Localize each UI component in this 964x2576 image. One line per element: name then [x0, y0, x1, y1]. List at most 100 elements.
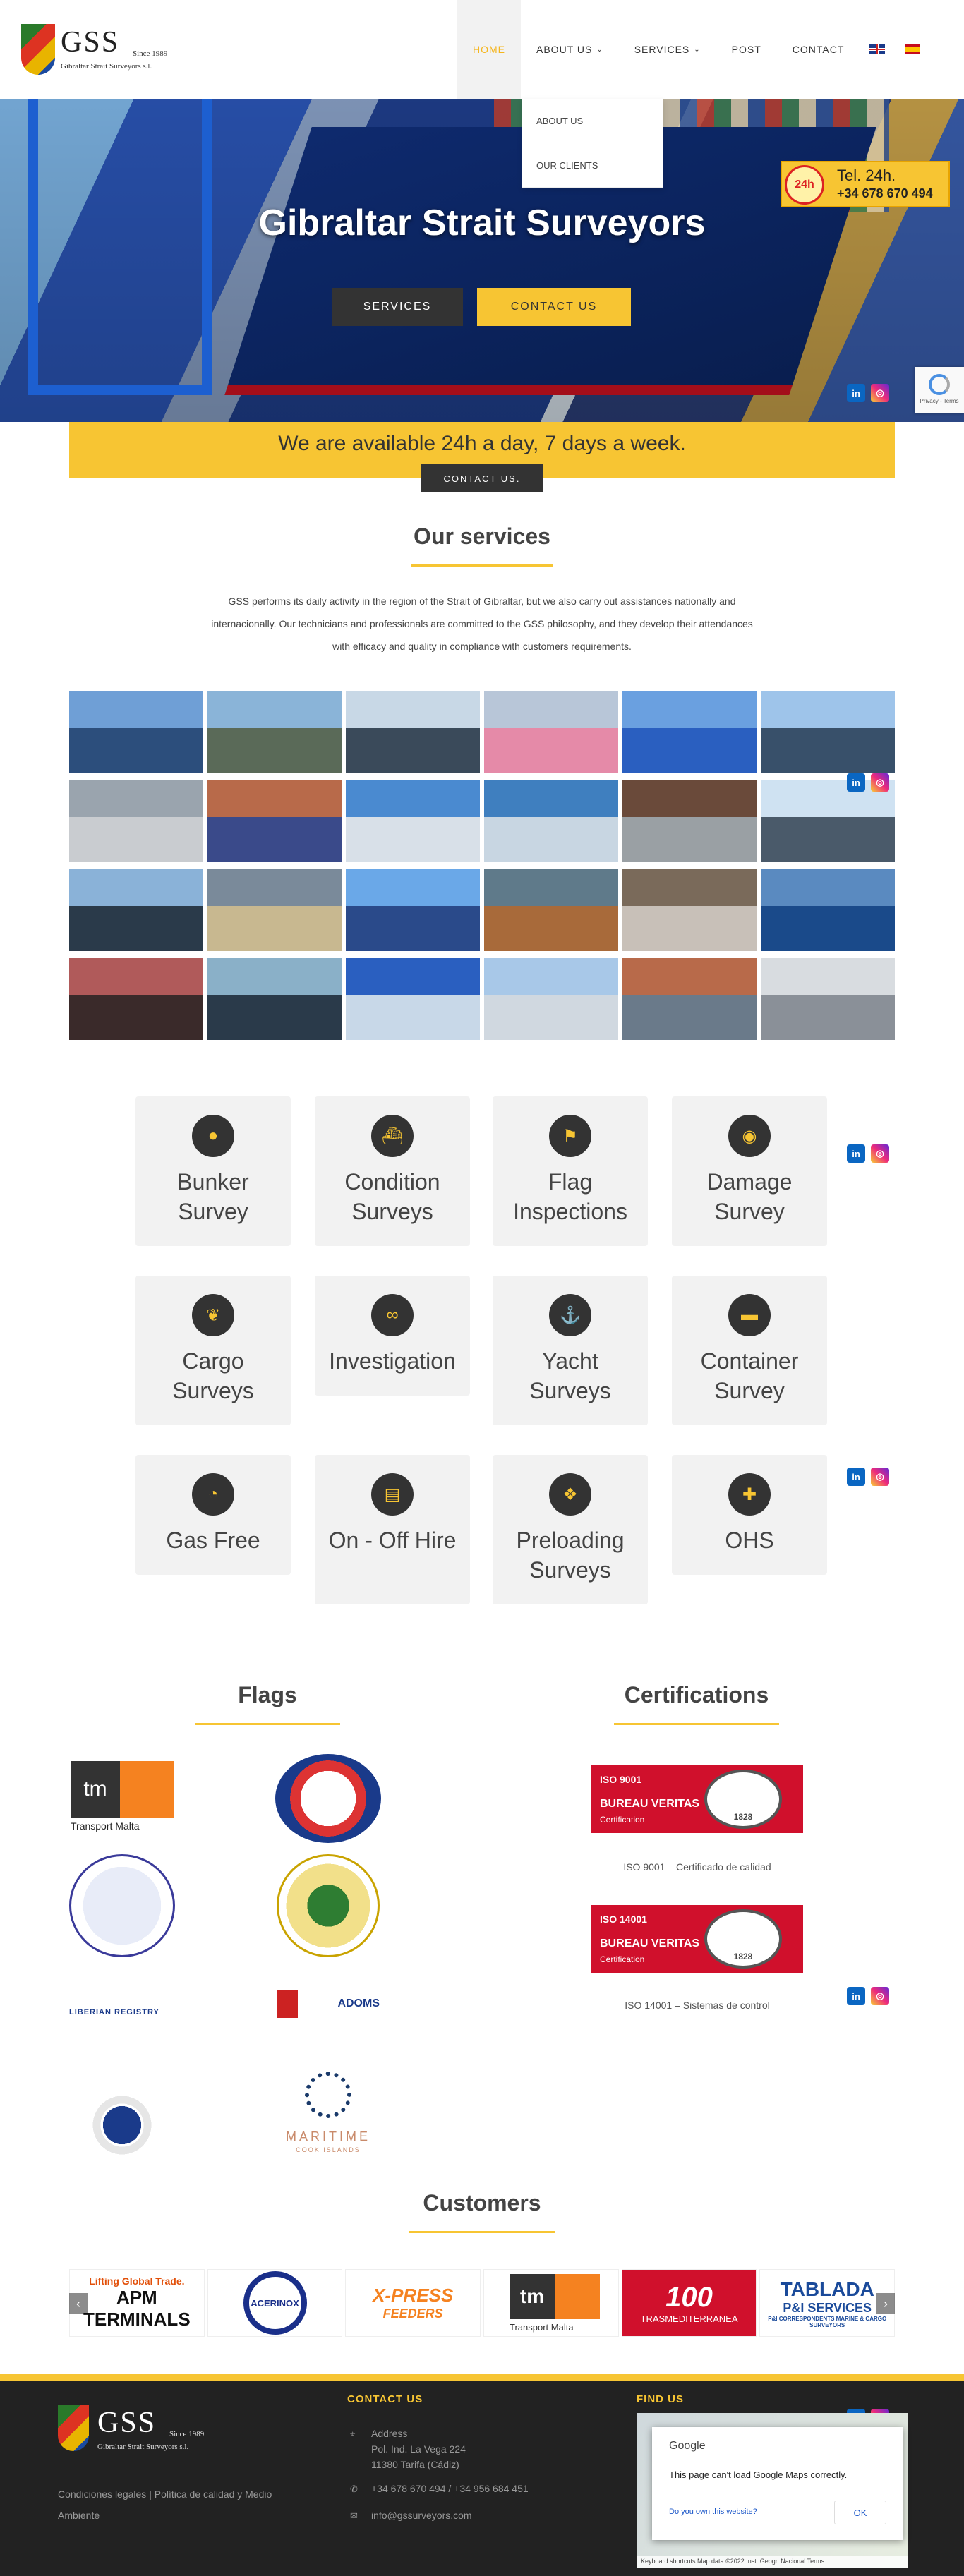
- customer-xpress-feeders[interactable]: X-PRESS FEEDERS: [345, 2269, 481, 2337]
- gallery-photo[interactable]: [207, 869, 342, 951]
- nav-home[interactable]: HOME: [457, 0, 521, 99]
- gallery-photo[interactable]: [622, 691, 757, 773]
- gallery-photo[interactable]: [761, 780, 895, 862]
- service-card-label: Bunker Survey: [177, 1169, 249, 1224]
- gallery-photo[interactable]: [484, 780, 618, 862]
- instagram-icon[interactable]: ◎: [871, 1468, 889, 1486]
- customer-trasmediterranea[interactable]: 100 TRASMEDITERRANEA: [621, 2269, 757, 2337]
- nav-post[interactable]: POST: [716, 0, 777, 99]
- nav-contact[interactable]: CONTACT: [777, 0, 860, 99]
- gallery-photo[interactable]: [207, 780, 342, 862]
- gallery-photo[interactable]: [622, 958, 757, 1040]
- flags-title: Flags: [238, 1682, 297, 1707]
- service-card-gas-free[interactable]: ◔ Gas Free: [135, 1455, 291, 1575]
- phone-label: Tel. 24h.: [837, 167, 896, 184]
- footer-phone[interactable]: +34 678 670 494 / +34 956 684 451: [371, 2478, 529, 2499]
- nav-services[interactable]: SERVICES ⌄: [619, 0, 716, 99]
- lang-english[interactable]: [860, 0, 895, 99]
- gallery-photo[interactable]: [207, 958, 342, 1040]
- gallery-photo[interactable]: [622, 780, 757, 862]
- gallery-photo[interactable]: [69, 958, 203, 1040]
- service-card-ohs[interactable]: ✚ OHS: [672, 1455, 827, 1575]
- map-own-link[interactable]: Do you own this website?: [669, 2508, 757, 2516]
- logo-since: Since 1989: [133, 49, 168, 58]
- site-logo[interactable]: GSS Since 1989 Gibraltar Strait Surveyor…: [21, 21, 183, 78]
- customer-apm-terminals[interactable]: Lifting Global Trade. APM TERMINALS: [69, 2269, 205, 2337]
- eye-icon: ◉: [728, 1115, 771, 1157]
- lang-spanish[interactable]: [895, 0, 930, 99]
- gallery-photo[interactable]: [484, 958, 618, 1040]
- tm-orange-block: [120, 1761, 174, 1818]
- legal-link[interactable]: Condiciones legales: [58, 2489, 146, 2500]
- clipboard-icon: ▤: [371, 1473, 414, 1516]
- instagram-icon[interactable]: ◎: [871, 384, 889, 402]
- service-card-label: Investigation: [329, 1348, 456, 1374]
- hero-services-button[interactable]: SERVICES: [332, 288, 463, 326]
- apm-line3: TERMINALS: [83, 2309, 191, 2330]
- gallery-photo[interactable]: [484, 691, 618, 773]
- footer-email[interactable]: info@gssurveyors.com: [371, 2505, 472, 2526]
- carousel-next-button[interactable]: ›: [876, 2293, 895, 2314]
- phone-badge[interactable]: 24h Tel. 24h. +34 678 670 494: [781, 161, 950, 207]
- service-card-bunker-survey[interactable]: ● Bunker Survey: [135, 1096, 291, 1246]
- gallery-photo[interactable]: [761, 691, 895, 773]
- hero-contact-button[interactable]: CONTACT US: [477, 288, 631, 326]
- instagram-icon[interactable]: ◎: [871, 773, 889, 792]
- ship-icon: ⛴: [371, 1115, 414, 1157]
- gallery-photo[interactable]: [346, 869, 480, 951]
- linkedin-icon[interactable]: in: [847, 1987, 865, 2005]
- about-us-dropdown: ABOUT US OUR CLIENTS: [522, 99, 663, 188]
- gallery-photo[interactable]: [207, 691, 342, 773]
- cook-islands-label: COOK ISLANDS: [296, 2146, 361, 2153]
- gallery-photo[interactable]: [761, 869, 895, 951]
- submenu-our-clients[interactable]: OUR CLIENTS: [522, 143, 663, 188]
- service-card-on-off-hire[interactable]: ▤ On - Off Hire: [315, 1455, 470, 1604]
- xpress-line2: FEEDERS: [382, 2306, 443, 2321]
- map-footer: Keyboard shortcuts Map data ©2022 Inst. …: [637, 2556, 908, 2568]
- linkedin-icon[interactable]: in: [847, 384, 865, 402]
- service-card-label: Cargo Surveys: [172, 1348, 254, 1403]
- service-card-label: Gas Free: [166, 1528, 260, 1553]
- footer-logo[interactable]: GSS Since 1989 Gibraltar Strait Surveyor…: [58, 2402, 220, 2458]
- service-card-condition-surveys[interactable]: ⛴ Condition Surveys: [315, 1096, 470, 1246]
- linkedin-icon[interactable]: in: [847, 1468, 865, 1486]
- customer-tablada[interactable]: TABLADA P&I SERVICES P&I CORRESPONDENTS …: [759, 2269, 896, 2337]
- instagram-icon[interactable]: ◎: [871, 1144, 889, 1163]
- service-card-container-survey[interactable]: ▬ Container Survey: [672, 1276, 827, 1425]
- linkedin-icon[interactable]: in: [847, 1144, 865, 1163]
- gallery-photo[interactable]: [69, 869, 203, 951]
- recaptcha-badge[interactable]: Privacy - Terms: [915, 367, 964, 413]
- service-card-preloading-surveys[interactable]: ❖ Preloading Surveys: [493, 1455, 648, 1604]
- service-card-investigation[interactable]: ∞ Investigation: [315, 1276, 470, 1396]
- instagram-icon[interactable]: ◎: [871, 1987, 889, 2005]
- linkedin-icon[interactable]: in: [847, 773, 865, 792]
- gallery-photo[interactable]: [761, 958, 895, 1040]
- service-card-damage-survey[interactable]: ◉ Damage Survey: [672, 1096, 827, 1246]
- service-card-flag-inspections[interactable]: ⚑ Flag Inspections: [493, 1096, 648, 1246]
- submenu-about-us[interactable]: ABOUT US: [522, 99, 663, 143]
- service-card-label: On - Off Hire: [328, 1528, 457, 1553]
- carousel-prev-button[interactable]: ‹: [69, 2293, 88, 2314]
- customer-acerinox[interactable]: ACERINOX: [207, 2269, 343, 2337]
- service-card-cargo-surveys[interactable]: ❦ Cargo Surveys: [135, 1276, 291, 1425]
- gallery-photo[interactable]: [346, 780, 480, 862]
- map-ok-button[interactable]: OK: [834, 2501, 886, 2524]
- tablada-line3: P&I CORRESPONDENTS MARINE & CARGO SURVEY…: [768, 2315, 887, 2328]
- gallery-photo[interactable]: [69, 780, 203, 862]
- gallery-photo[interactable]: [484, 869, 618, 951]
- gallery-photo[interactable]: [622, 869, 757, 951]
- map-marker-icon: ⌖: [350, 2429, 356, 2439]
- cert-iso-14001: ISO 14001 BUREAU VERITAS Certification 1…: [591, 1905, 803, 1973]
- gallery-photo[interactable]: [346, 691, 480, 773]
- tm-orange-block: [555, 2274, 601, 2319]
- gallery-photo[interactable]: [346, 958, 480, 1040]
- customer-transport-malta[interactable]: tm Transport Malta: [483, 2269, 619, 2337]
- availability-contact-button[interactable]: CONTACT US.: [421, 464, 543, 492]
- cert-type: Certification: [600, 1954, 645, 1964]
- nav-about-us[interactable]: ABOUT US ⌄: [521, 0, 619, 99]
- service-card-yacht-surveys[interactable]: ⚓ Yacht Surveys: [493, 1276, 648, 1425]
- gallery-photo[interactable]: [69, 691, 203, 773]
- flag-logo-adoms: ADOMS: [277, 1990, 380, 2018]
- service-card-label: Yacht Surveys: [529, 1348, 611, 1403]
- apm-line2: APM: [116, 2287, 157, 2308]
